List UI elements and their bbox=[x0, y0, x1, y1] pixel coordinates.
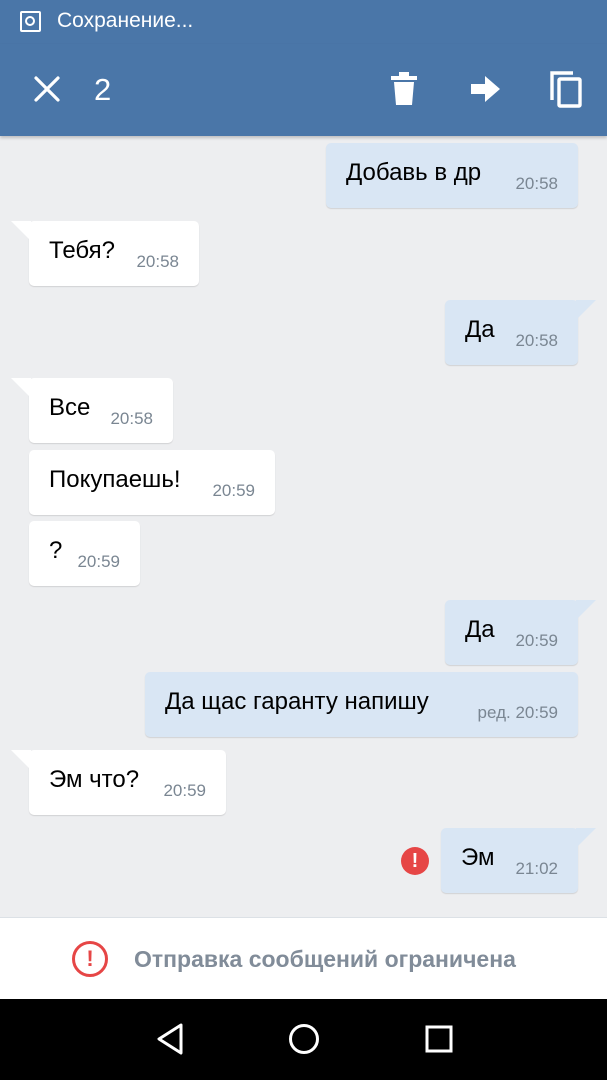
message-text: Эм что? bbox=[49, 766, 140, 793]
message-bubble-incoming[interactable]: Эм что? 20:59 bbox=[11, 750, 226, 815]
close-icon[interactable] bbox=[30, 72, 64, 106]
message-text: Все bbox=[49, 394, 91, 421]
message-bubble-outgoing[interactable]: Да щас гаранту напишу ред. 20:59 bbox=[145, 672, 578, 737]
image-save-icon bbox=[20, 11, 41, 32]
message-bubble-incoming[interactable]: Тебя? 20:58 bbox=[11, 221, 199, 286]
message-time: 20:59 bbox=[515, 631, 558, 650]
message-text: Покупаешь! bbox=[49, 466, 181, 493]
selected-count: 2 bbox=[94, 72, 112, 107]
message-text: Эм bbox=[461, 844, 495, 871]
message-time: 21:02 bbox=[515, 859, 558, 878]
message-text: Да bbox=[465, 616, 495, 643]
message-time: ред. 20:59 bbox=[477, 703, 558, 722]
message-bubble-outgoing[interactable]: Эм 21:02 bbox=[441, 828, 596, 893]
message-time: 20:58 bbox=[515, 331, 558, 350]
message-time: 20:59 bbox=[163, 781, 206, 800]
messaging-restricted-banner: ! Отправка сообщений ограничена bbox=[0, 917, 607, 999]
status-text: Сохранение... bbox=[57, 9, 194, 32]
message-time: 20:59 bbox=[77, 552, 120, 571]
message-bubble-incoming[interactable]: Все 20:58 bbox=[11, 378, 173, 443]
message-text: Да щас гаранту напишу bbox=[165, 688, 429, 715]
copy-icon[interactable] bbox=[543, 66, 589, 112]
message-bubble-incoming[interactable]: ? 20:59 bbox=[29, 521, 140, 586]
message-text: Да bbox=[465, 316, 495, 343]
message-list[interactable]: Добавь в др 20:58 Тебя? 20:58 Да 20:58 В… bbox=[0, 136, 607, 917]
trash-icon[interactable] bbox=[381, 66, 427, 112]
selection-toolbar: 2 bbox=[0, 44, 607, 136]
restriction-text: Отправка сообщений ограничена bbox=[134, 946, 516, 972]
status-bar: Сохранение... bbox=[0, 0, 607, 44]
message-text: Тебя? bbox=[49, 237, 115, 264]
alert-circle-icon: ! bbox=[72, 941, 108, 977]
message-time: 20:58 bbox=[515, 174, 558, 193]
message-bubble-outgoing[interactable]: Да 20:59 bbox=[445, 600, 596, 665]
message-bubble-outgoing[interactable]: Добавь в др 20:58 bbox=[326, 143, 578, 208]
forward-arrow-icon[interactable] bbox=[462, 66, 508, 112]
system-nav-bar bbox=[0, 999, 607, 1080]
recents-square-icon[interactable] bbox=[419, 1019, 459, 1059]
message-time: 20:58 bbox=[136, 252, 179, 271]
message-bubble-incoming[interactable]: Покупаешь! 20:59 bbox=[29, 450, 275, 515]
home-circle-icon[interactable] bbox=[284, 1019, 324, 1059]
back-triangle-icon[interactable] bbox=[150, 1019, 190, 1059]
message-bubble-outgoing[interactable]: Да 20:58 bbox=[445, 300, 596, 365]
message-time: 20:59 bbox=[212, 481, 255, 500]
message-text: ? bbox=[49, 537, 63, 564]
message-time: 20:58 bbox=[110, 409, 153, 428]
message-text: Добавь в др bbox=[346, 159, 482, 186]
send-error-icon[interactable]: ! bbox=[401, 847, 429, 875]
